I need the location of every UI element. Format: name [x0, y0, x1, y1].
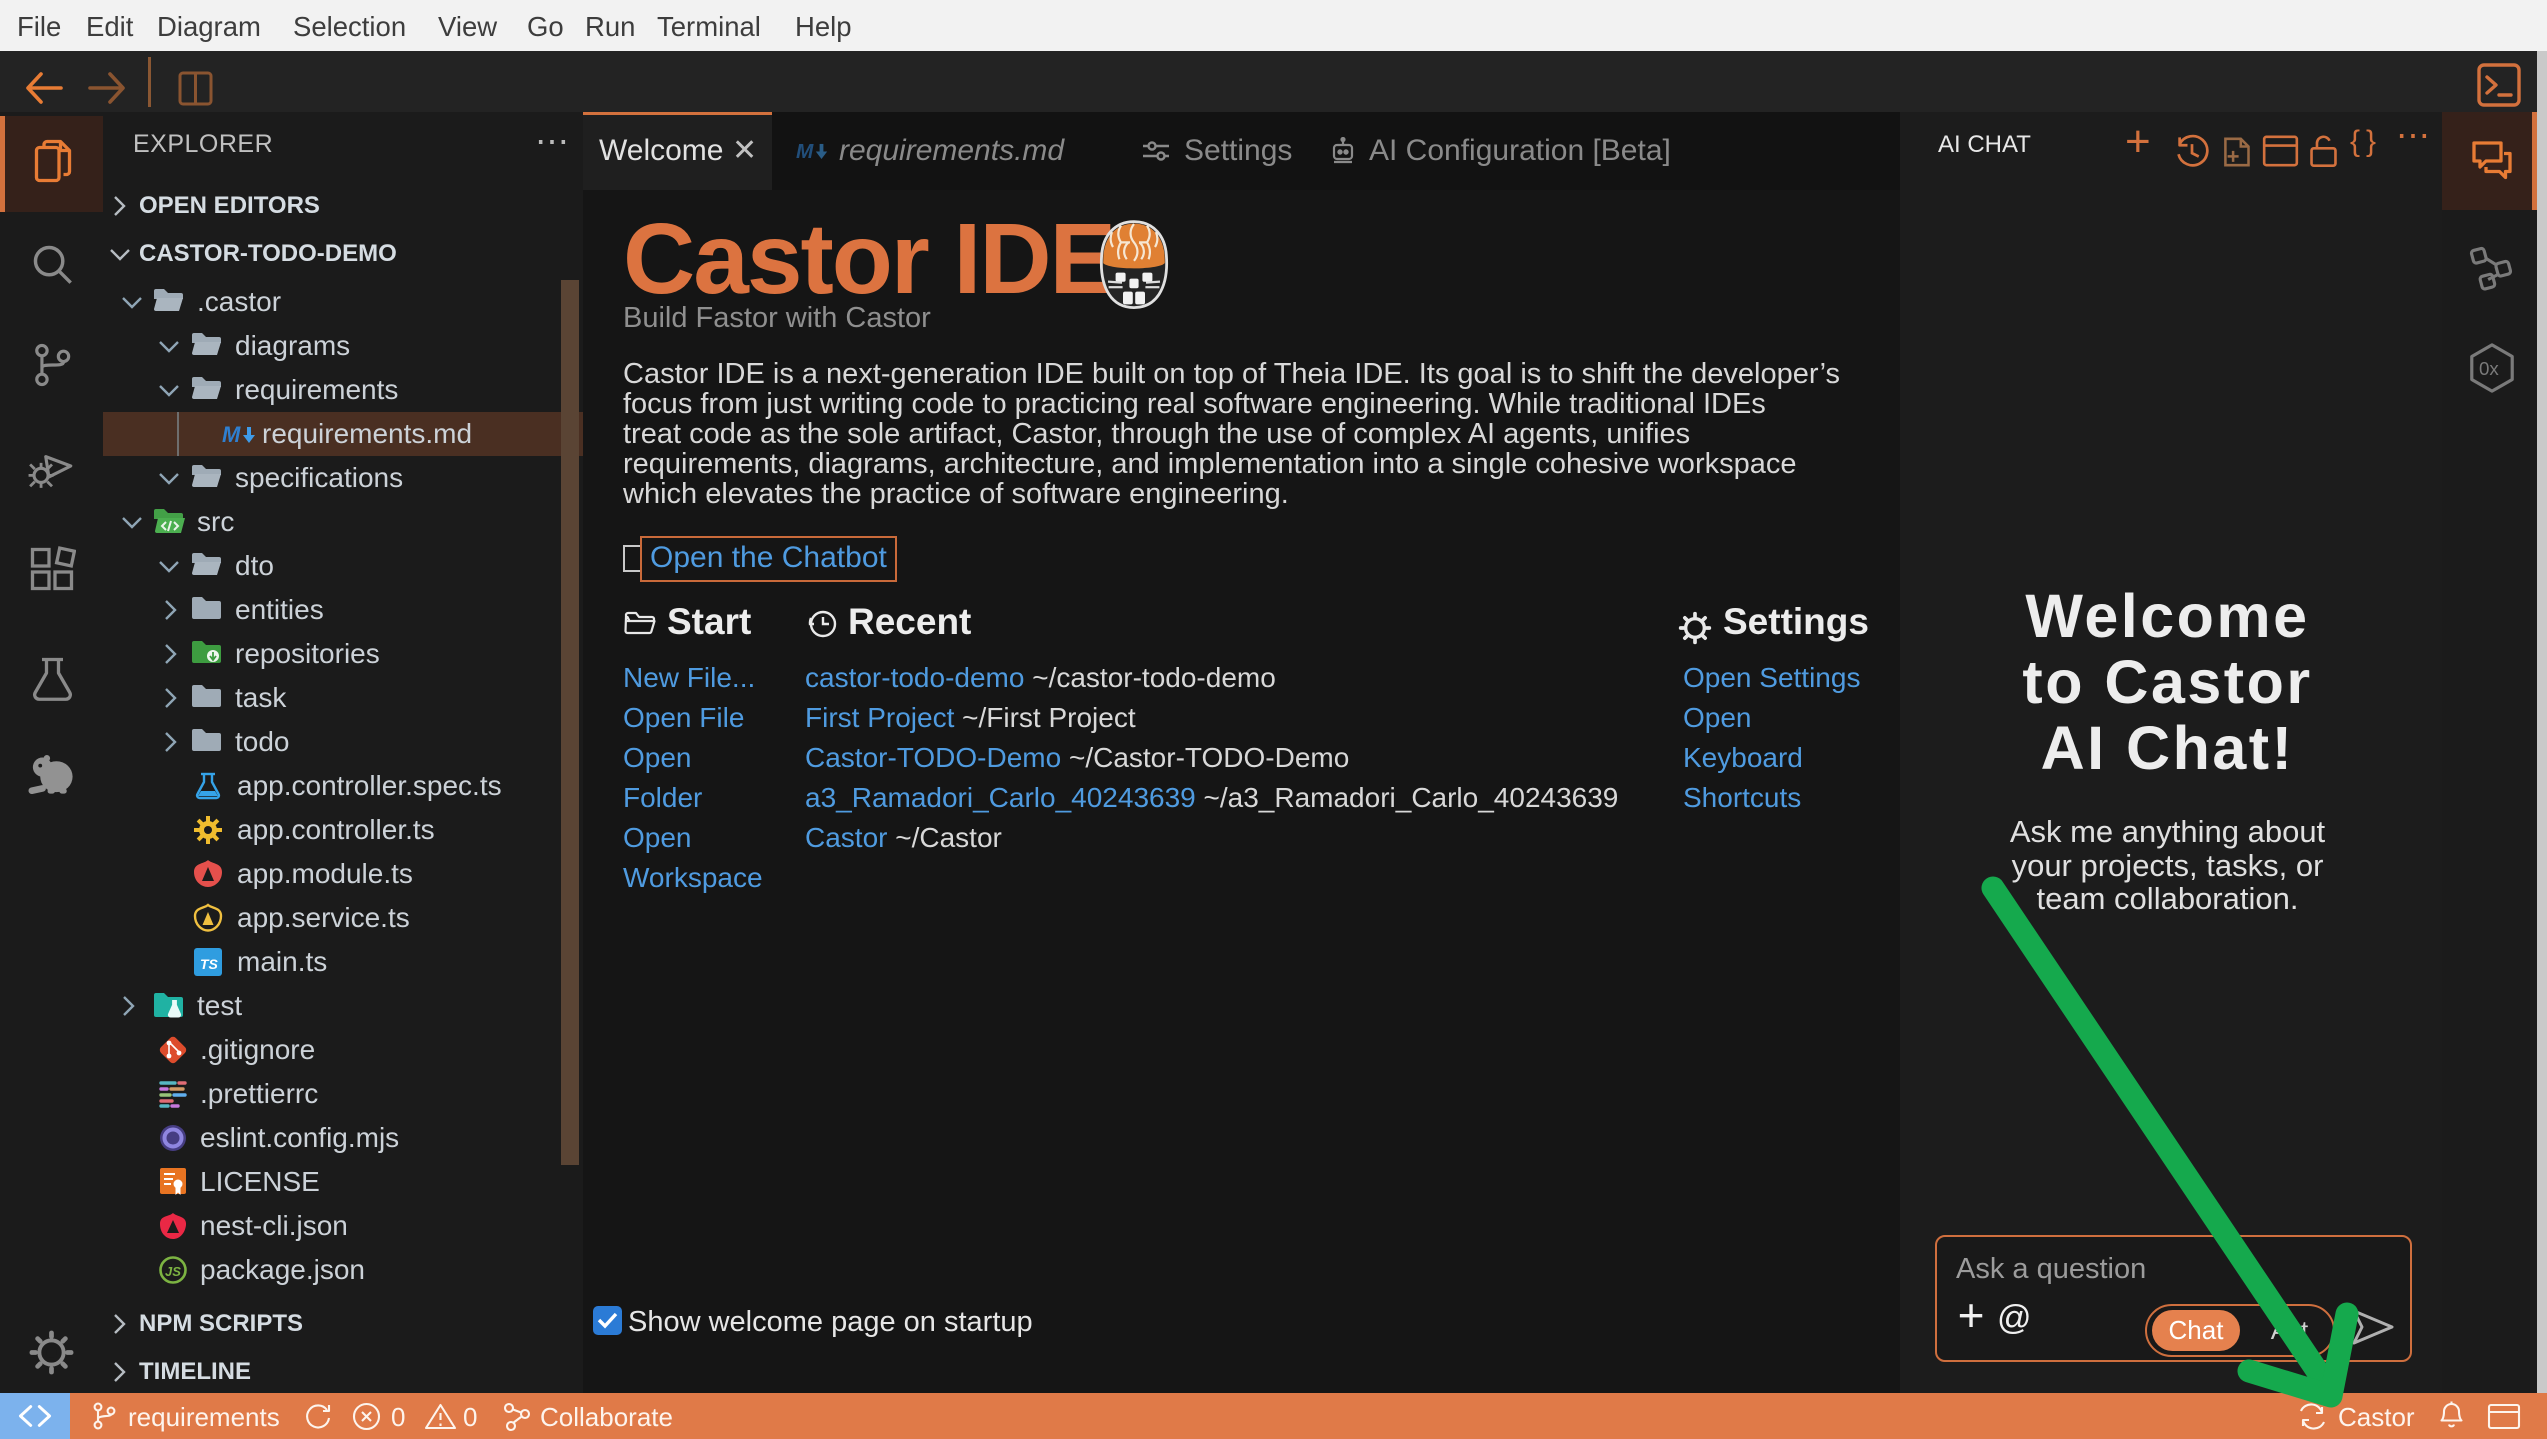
svg-text:M: M: [796, 140, 814, 163]
svg-text:M: M: [222, 422, 241, 447]
svg-text:0x: 0x: [2479, 358, 2499, 379]
svg-text:JS: JS: [165, 1264, 181, 1279]
svg-text:TS: TS: [200, 956, 219, 972]
